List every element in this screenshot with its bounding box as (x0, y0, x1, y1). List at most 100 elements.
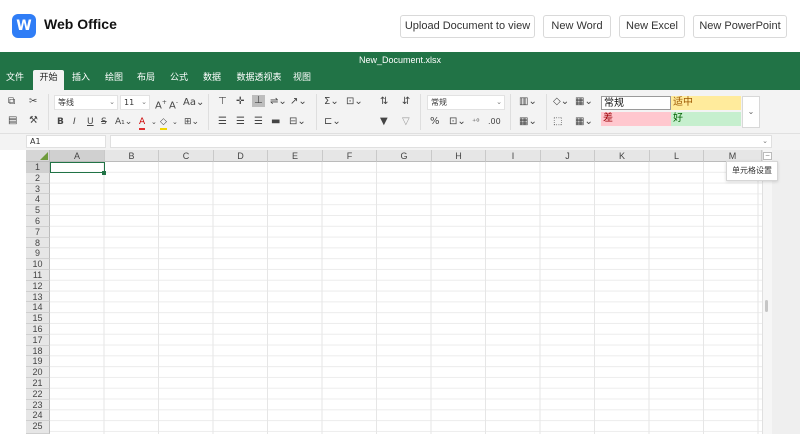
align-bottom-icon[interactable]: ⊥ (252, 95, 265, 107)
scrollbar-thumb[interactable] (765, 300, 768, 312)
row-header[interactable]: 25 (26, 421, 50, 434)
active-cell-a1[interactable] (50, 162, 105, 173)
fill-icon[interactable]: ⊡⌄ (346, 96, 363, 108)
row-header[interactable]: 21 (26, 378, 50, 389)
italic-icon[interactable]: I (73, 116, 76, 128)
row-header[interactable]: 1 (26, 162, 50, 173)
conditional-format-icon[interactable]: ▦⌄ (575, 96, 593, 108)
align-middle-icon[interactable]: ✛ (236, 96, 244, 108)
font-size-select[interactable]: 11 ⌄ (120, 95, 150, 110)
row-header[interactable]: 17 (26, 334, 50, 346)
cut-icon[interactable]: ✂ (29, 96, 37, 108)
tab-draw[interactable]: 绘图 (103, 70, 125, 90)
row-header[interactable]: 9 (26, 248, 50, 260)
row-header[interactable]: 14 (26, 302, 50, 314)
filter-icon[interactable]: ▼ (380, 116, 388, 128)
decrease-decimal-icon[interactable]: .00 (488, 116, 501, 128)
clear-filter-icon[interactable]: ▽ (402, 116, 410, 128)
formula-input[interactable]: ⌄ (110, 135, 772, 148)
format-as-table-icon[interactable]: ⬚ (553, 116, 562, 128)
row-header[interactable]: 8 (26, 237, 50, 249)
subscript-icon[interactable]: A₁⌄ (115, 116, 132, 128)
number-format-select[interactable]: 常规 ⌄ (427, 95, 505, 110)
increase-decimal-icon[interactable]: ⁺⁰ (472, 116, 479, 128)
tab-file[interactable]: 文件 (4, 70, 26, 90)
column-header-d[interactable]: D (214, 150, 268, 162)
row-header[interactable]: 5 (26, 205, 50, 216)
increase-font-icon[interactable]: A+ (155, 97, 167, 112)
name-box[interactable]: A1 (26, 135, 106, 148)
strikethrough-icon[interactable]: S (101, 116, 107, 128)
insert-function-icon[interactable]: ⊏⌄ (324, 116, 341, 128)
column-header-a[interactable]: A (50, 150, 105, 162)
row-header[interactable]: 22 (26, 388, 50, 400)
percent-icon[interactable]: % (430, 116, 440, 128)
column-header-e[interactable]: E (268, 150, 323, 162)
column-options-icon[interactable]: − (763, 152, 772, 160)
tab-home[interactable]: 开始 (33, 70, 64, 90)
row-header[interactable]: 24 (26, 410, 50, 422)
table-format-icon[interactable]: ▦⌄ (575, 116, 593, 128)
delete-cells-icon[interactable]: ▦⌄ (519, 116, 537, 128)
justify-icon[interactable]: ▬ (271, 116, 280, 128)
fill-color-icon[interactable]: ◇ (160, 116, 167, 130)
format-painter-icon[interactable]: ⚒ (29, 115, 38, 127)
row-header[interactable]: 13 (26, 291, 50, 303)
row-header[interactable]: 2 (26, 172, 50, 184)
new-powerpoint-button[interactable]: New PowerPoint (693, 15, 787, 38)
column-header-j[interactable]: J (541, 150, 595, 162)
tab-formulas[interactable]: 公式 (168, 70, 190, 90)
bold-icon[interactable]: B (57, 116, 64, 128)
underline-icon[interactable]: U (87, 116, 94, 128)
row-header[interactable]: 23 (26, 399, 50, 411)
row-header[interactable]: 11 (26, 270, 50, 281)
font-color-icon[interactable]: A (139, 116, 146, 130)
column-header-c[interactable]: C (159, 150, 214, 162)
copy-icon[interactable]: ⧉ (8, 96, 15, 108)
tab-insert[interactable]: 插入 (70, 70, 92, 90)
paste-icon[interactable]: ▤ (8, 115, 17, 127)
styles-more-chevron-icon[interactable]: ⌄ (742, 96, 760, 128)
new-word-button[interactable]: New Word (543, 15, 611, 38)
align-left-icon[interactable]: ☰ (218, 116, 227, 128)
style-normal[interactable]: 常规 (601, 96, 671, 110)
chevron-down-icon[interactable]: ⌄ (172, 116, 178, 128)
column-header-i[interactable]: I (486, 150, 541, 162)
font-name-select[interactable]: 等线 ⌄ (54, 95, 118, 110)
new-excel-button[interactable]: New Excel (619, 15, 685, 38)
style-good[interactable]: 好 (671, 112, 741, 126)
border-icon[interactable]: ⊞⌄ (184, 116, 199, 128)
wrap-text-icon[interactable]: ⇌⌄ (270, 96, 287, 108)
row-header[interactable]: 12 (26, 280, 50, 292)
tab-layout[interactable]: 布局 (135, 70, 157, 90)
sort-asc-icon[interactable]: ⇅ (380, 96, 388, 108)
vertical-scrollbar[interactable] (762, 150, 772, 434)
column-header-g[interactable]: G (377, 150, 432, 162)
row-header[interactable]: 19 (26, 356, 50, 368)
decrease-font-icon[interactable]: A- (169, 97, 178, 112)
row-header[interactable]: 18 (26, 345, 50, 357)
clear-icon[interactable]: ◇⌄ (553, 96, 569, 108)
tab-view[interactable]: 视图 (291, 70, 313, 90)
row-header[interactable]: 20 (26, 367, 50, 378)
row-header[interactable]: 3 (26, 183, 50, 195)
row-header[interactable]: 7 (26, 226, 50, 238)
change-case-icon[interactable]: Aa⌄ (183, 97, 204, 109)
style-bad[interactable]: 差 (601, 112, 671, 126)
column-header-l[interactable]: L (650, 150, 704, 162)
insert-cells-icon[interactable]: ▥⌄ (519, 96, 537, 108)
chevron-down-icon[interactable]: ⌄ (151, 116, 157, 128)
row-header[interactable]: 6 (26, 216, 50, 227)
row-header[interactable]: 10 (26, 259, 50, 270)
sum-icon[interactable]: Σ⌄ (324, 96, 339, 108)
style-neutral[interactable]: 适中 (671, 96, 741, 110)
row-header[interactable]: 16 (26, 324, 50, 335)
column-header-f[interactable]: F (323, 150, 377, 162)
tab-pivot-table[interactable]: 数据透视表 (233, 70, 285, 90)
chevron-down-icon[interactable]: ⌄ (762, 136, 768, 147)
text-orientation-icon[interactable]: ↗⌄ (290, 96, 307, 108)
cell-area[interactable] (50, 162, 762, 434)
row-header[interactable]: 15 (26, 313, 50, 324)
column-header-b[interactable]: B (105, 150, 159, 162)
align-center-icon[interactable]: ☰ (236, 116, 245, 128)
